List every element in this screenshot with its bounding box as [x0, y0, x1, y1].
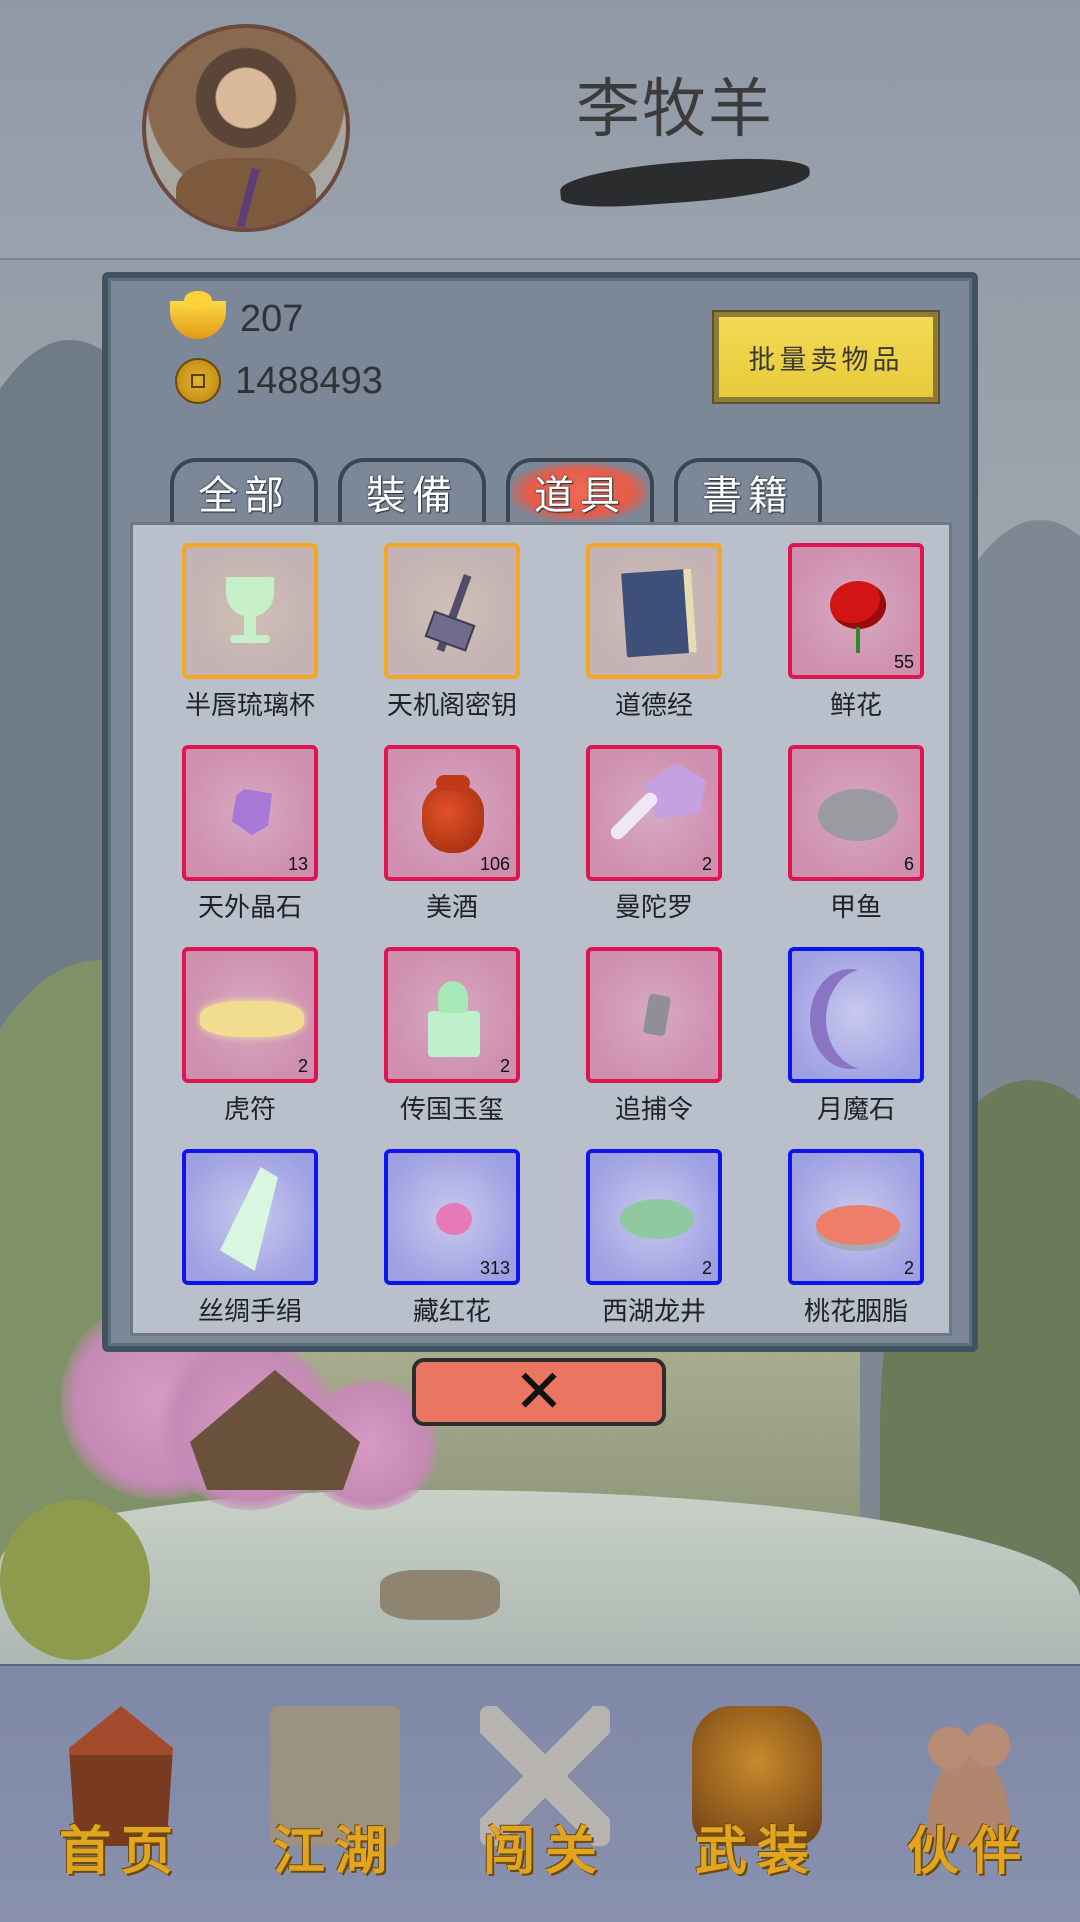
item-name: 丝绸手绢	[197, 1297, 302, 1327]
batch-sell-button[interactable]: 批量卖物品	[712, 310, 940, 404]
item-name: 西湖龙井	[601, 1297, 706, 1327]
item-slot[interactable]: 天机阁密钥	[367, 543, 537, 722]
category-tabs: 全部 裝備 道具 書籍	[170, 458, 842, 522]
item-frame: 2	[788, 1149, 924, 1285]
item-frame	[182, 1149, 318, 1285]
item-frame: 55	[788, 543, 924, 679]
item-frame: 2	[384, 947, 520, 1083]
nav-label: 闯关	[482, 1821, 607, 1882]
nav-label: 首页	[58, 1821, 183, 1882]
close-icon: ✕	[513, 1357, 565, 1427]
item-name: 虎符	[223, 1095, 276, 1125]
item-slot[interactable]: 2 传国玉玺	[367, 947, 537, 1126]
wine-jar-icon	[422, 785, 484, 853]
item-name: 曼陀罗	[614, 893, 693, 923]
item-frame	[384, 543, 520, 679]
item-name: 道德经	[614, 691, 693, 721]
crystal-icon	[232, 789, 272, 835]
item-slot[interactable]: 追捕令	[569, 947, 739, 1126]
item-frame	[586, 947, 722, 1083]
nav-label: 伙伴	[906, 1821, 1031, 1882]
item-frame	[788, 947, 924, 1083]
item-slot[interactable]: 月魔石	[771, 947, 941, 1126]
avatar[interactable]	[142, 24, 350, 232]
tiger-tally-icon	[200, 1001, 304, 1037]
nav-home[interactable]: 首页	[36, 1696, 206, 1896]
saffron-icon	[436, 1203, 472, 1235]
item-name: 美酒	[425, 893, 478, 923]
item-frame	[586, 543, 722, 679]
item-slot[interactable]: 半唇琉璃杯	[165, 543, 335, 722]
tab-all[interactable]: 全部	[170, 458, 318, 522]
item-slot[interactable]: 2 桃花胭脂	[771, 1149, 941, 1328]
nav-companions[interactable]: 伙伴	[884, 1696, 1054, 1896]
silk-handkerchief-icon	[220, 1167, 278, 1271]
item-name: 甲鱼	[829, 893, 882, 923]
gold-ingot-amount: 207	[240, 298, 304, 340]
nav-label: 武装	[694, 1821, 819, 1882]
book-icon	[621, 568, 697, 658]
close-button[interactable]: ✕	[412, 1358, 666, 1426]
item-name: 天机阁密钥	[386, 691, 517, 721]
item-name: 月魔石	[816, 1095, 895, 1125]
tea-leaves-icon	[620, 1199, 694, 1239]
item-name: 半唇琉璃杯	[184, 691, 315, 721]
item-name: 藏红花	[412, 1297, 491, 1327]
item-slot[interactable]: 2 西湖龙井	[569, 1149, 739, 1328]
moon-stone-icon	[826, 969, 906, 1069]
item-slot[interactable]: 13 天外晶石	[165, 745, 335, 924]
coin-amount: 1488493	[235, 359, 383, 402]
datura-flower-icon	[644, 763, 706, 819]
item-name: 鲜花	[829, 691, 882, 721]
item-name: 传国玉玺	[399, 1095, 504, 1125]
coin-currency: 1488493	[170, 358, 383, 404]
glass-cup-icon	[226, 577, 274, 617]
item-slot[interactable]: 2 虎符	[165, 947, 335, 1126]
item-grid: 半唇琉璃杯 天机阁密钥 道德经 55 鲜花 13 天外晶石 106 美酒 2 曼…	[130, 522, 952, 1336]
gold-ingot-icon	[170, 290, 226, 339]
item-slot[interactable]: 2 曼陀罗	[569, 745, 739, 924]
item-frame: 13	[182, 745, 318, 881]
profile-header: 李牧羊	[0, 0, 1080, 260]
item-slot[interactable]: 丝绸手绢	[165, 1149, 335, 1328]
tab-books[interactable]: 書籍	[674, 458, 822, 522]
item-slot[interactable]: 道德经	[569, 543, 739, 722]
item-frame: 2	[182, 947, 318, 1083]
brush-stroke-decoration	[558, 153, 812, 211]
nav-jianghu[interactable]: 江湖	[250, 1696, 420, 1896]
item-name: 桃花胭脂	[803, 1297, 908, 1327]
item-slot[interactable]: 6 甲鱼	[771, 745, 941, 924]
tab-equipment[interactable]: 裝備	[338, 458, 486, 522]
rose-icon	[830, 581, 886, 629]
item-frame: 313	[384, 1149, 520, 1285]
item-frame: 2	[586, 1149, 722, 1285]
tab-props[interactable]: 道具	[506, 458, 654, 522]
item-frame: 2	[586, 745, 722, 881]
nav-label: 江湖	[272, 1821, 397, 1882]
item-frame: 106	[384, 745, 520, 881]
item-slot[interactable]: 106 美酒	[367, 745, 537, 924]
copper-coin-icon	[175, 358, 221, 404]
nav-armory[interactable]: 武装	[672, 1696, 842, 1896]
bottom-navigation: 首页 江湖 闯关 武装 伙伴	[0, 1664, 1080, 1922]
item-name: 追捕令	[614, 1095, 693, 1125]
rouge-box-icon	[816, 1205, 900, 1245]
jade-seal-icon	[428, 1011, 480, 1057]
turtle-icon	[818, 789, 898, 841]
item-frame: 6	[788, 745, 924, 881]
inventory-panel: 207 1488493 批量卖物品 全部 裝備 道具 書籍 半唇琉璃杯 天机阁密…	[102, 272, 978, 1352]
item-slot[interactable]: 313 藏红花	[367, 1149, 537, 1328]
item-slot[interactable]: 55 鲜花	[771, 543, 941, 722]
player-name: 李牧羊	[576, 73, 774, 147]
item-frame	[182, 543, 318, 679]
gold-ingot-currency: 207	[170, 290, 304, 341]
item-name: 天外晶石	[197, 893, 302, 923]
nav-challenge[interactable]: 闯关	[460, 1696, 630, 1896]
warrant-token-icon	[642, 993, 672, 1037]
